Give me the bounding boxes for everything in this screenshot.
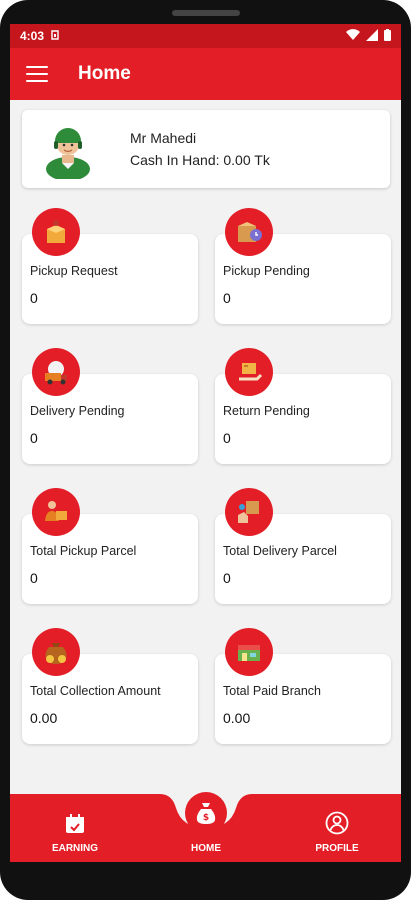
pickup-pending-icon [225,208,273,256]
total-pickup-parcel-icon [32,488,80,536]
pickup-request-icon [32,208,80,256]
card-label: Return Pending [223,404,310,418]
nav-profile[interactable]: PROFILE [297,811,377,854]
card-value: 0 [30,570,38,586]
app-bar: Home [10,48,401,100]
cash-in-hand: Cash In Hand: 0.00 Tk [130,152,270,168]
calendar-icon [66,814,84,833]
card-value: 0 [30,430,38,446]
total-collection-amount-icon [32,628,80,676]
card-label: Total Collection Amount [30,684,161,698]
card-value: 0 [30,290,38,306]
money-bag-icon: $ [196,803,216,824]
card-label: Total Pickup Parcel [30,544,137,558]
home-button[interactable]: $ [185,792,227,834]
wifi-icon [346,28,360,44]
phone-speaker [171,10,240,16]
battery-icon [384,28,391,44]
profile-card: Mr Mahedi Cash In Hand: 0.00 Tk [22,110,390,188]
signal-icon [366,28,378,44]
bottom-navigation: EARNING $ HOME PROFILE [10,792,401,862]
phone-frame: 4:03 Home Mr Mahedi Cash In Hand: 0.00 T… [0,0,411,900]
total-delivery-parcel-icon [225,488,273,536]
nav-earning-label: EARNING [51,843,99,854]
card-value: 0.00 [30,710,58,726]
nav-home[interactable]: HOME [166,843,246,854]
status-bar: 4:03 [10,24,401,48]
card-value: 0 [223,430,231,446]
notification-icon [50,29,60,44]
menu-icon[interactable] [26,66,48,82]
card-label: Delivery Pending [30,404,125,418]
delivery-pending-icon [32,348,80,396]
card-value: 0 [223,290,231,306]
nav-earning[interactable]: EARNING [35,813,115,854]
nav-profile-label: PROFILE [315,843,359,854]
total-paid-branch-icon [225,628,273,676]
delivery-man-avatar-icon [46,128,90,179]
card-label: Total Delivery Parcel [223,544,337,558]
svg-text:$: $ [203,813,209,823]
return-pending-icon [225,348,273,396]
nav-home-label: HOME [191,843,221,854]
profile-name: Mr Mahedi [130,130,197,146]
card-value: 0 [223,570,231,586]
card-label: Total Paid Branch [223,684,321,698]
card-value: 0.00 [223,710,251,726]
card-label: Pickup Pending [223,264,310,278]
app-screen: 4:03 Home Mr Mahedi Cash In Hand: 0.00 T… [10,24,401,862]
page-title: Home [78,63,131,84]
status-time: 4:03 [20,29,45,43]
profile-icon [325,811,349,835]
card-label: Pickup Request [30,264,118,278]
